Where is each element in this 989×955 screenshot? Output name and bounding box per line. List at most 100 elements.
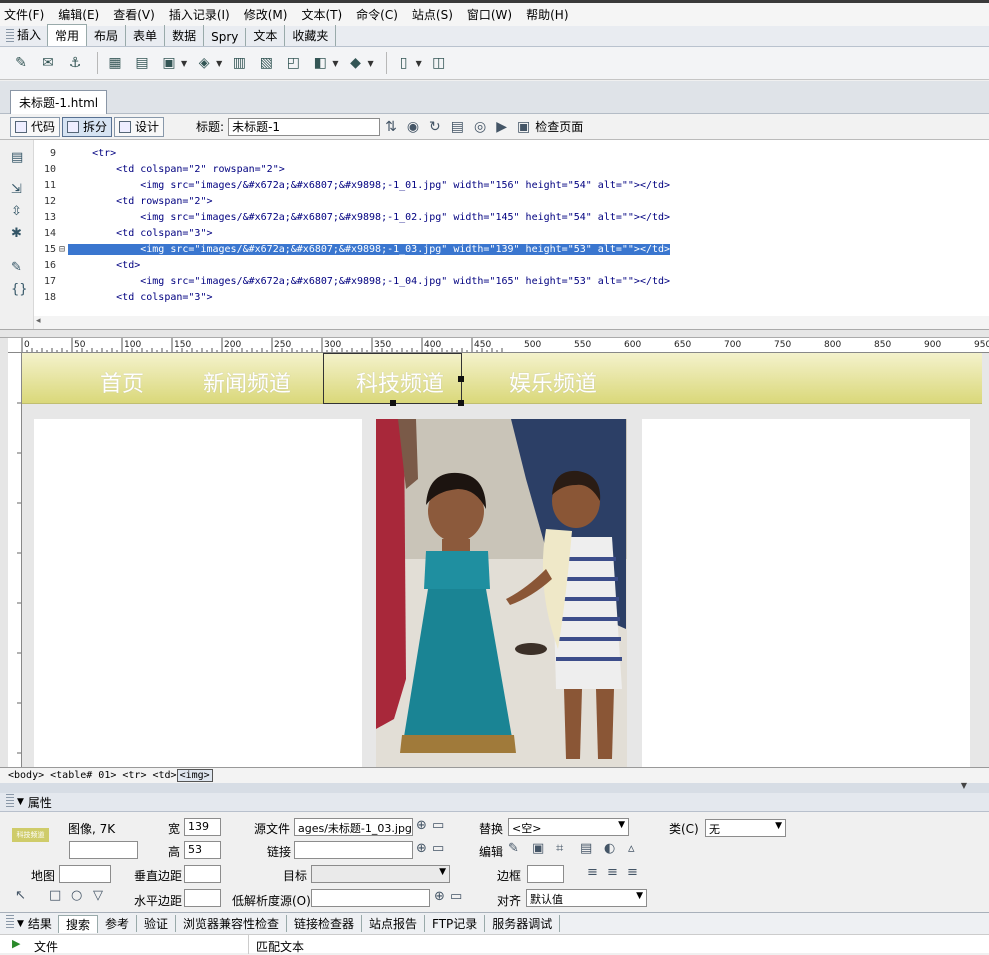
tag-path[interactable]: <body> <table# 01> <tr> <td>: [8, 770, 177, 781]
chevron-down-icon[interactable]: ▼: [216, 59, 222, 68]
chevron-down-icon[interactable]: ▼: [416, 59, 422, 68]
date-icon[interactable]: ▥: [228, 52, 250, 74]
border-field[interactable]: [527, 865, 564, 883]
validate-icon[interactable]: ▶: [496, 119, 507, 135]
view-options-icon[interactable]: ▤: [451, 119, 464, 135]
src-field[interactable]: ages/未标题-1_03.jpg: [294, 818, 413, 836]
menu-help[interactable]: 帮助(H): [526, 6, 568, 23]
align-left-icon[interactable]: ≡: [587, 865, 598, 880]
link-field[interactable]: [294, 841, 413, 859]
height-field[interactable]: 53: [184, 841, 221, 859]
visual-aids-icon[interactable]: ◎: [474, 119, 486, 135]
align-center-icon[interactable]: ≡: [607, 865, 618, 880]
server-include-icon[interactable]: ▧: [255, 52, 277, 74]
selected-image-outline[interactable]: [323, 353, 464, 406]
chevron-down-icon[interactable]: ▼: [961, 781, 967, 790]
sharpen-icon[interactable]: ▵: [628, 841, 635, 856]
chevron-down-icon[interactable]: ▼: [367, 59, 373, 68]
open-documents-icon[interactable]: ▤: [11, 150, 23, 165]
insert-panel-label[interactable]: 插入: [17, 26, 41, 46]
browse-folder-icon[interactable]: ▭: [450, 889, 462, 904]
menu-commands[interactable]: 命令(C): [356, 6, 398, 23]
brightness-contrast-icon[interactable]: ◐: [604, 841, 615, 856]
tab-favorites[interactable]: 收藏夹: [285, 25, 337, 46]
align-right-icon[interactable]: ≡: [627, 865, 638, 880]
email-link-icon[interactable]: ✉: [37, 52, 59, 74]
browse-folder-icon[interactable]: ▭: [432, 818, 444, 833]
head-icon[interactable]: ◧: [309, 52, 331, 74]
select-parent-tag-icon[interactable]: ✎: [11, 260, 22, 275]
title-input[interactable]: [228, 117, 381, 136]
class-select[interactable]: 无 ▼: [705, 819, 786, 837]
code-view[interactable]: ▤ ⇲ ⇳ ✱ ✎ {} 9 <tr> 10 <td colspan="2" r…: [0, 140, 989, 330]
rect-hotspot-icon[interactable]: □: [49, 888, 61, 903]
tab-text[interactable]: 文本: [246, 25, 286, 46]
chevron-down-icon[interactable]: ▼: [332, 59, 338, 68]
check-page-button[interactable]: 检查页面: [535, 118, 583, 135]
resample-icon[interactable]: ▤: [580, 841, 592, 856]
div-icon[interactable]: ▤: [131, 52, 153, 74]
properties-panel-header[interactable]: ▼ 属性: [0, 793, 989, 812]
menu-insert[interactable]: 插入记录(I): [169, 6, 230, 23]
templates-icon[interactable]: ▯: [393, 52, 415, 74]
polygon-hotspot-icon[interactable]: ▽: [93, 888, 103, 903]
nav-item-news[interactable]: 新闻频道: [203, 366, 291, 398]
refresh-icon[interactable]: ↻: [429, 119, 441, 135]
panel-grip-icon[interactable]: [6, 793, 14, 808]
collapse-selection-icon[interactable]: ⇳: [11, 204, 22, 219]
pointer-hotspot-icon[interactable]: ↖: [15, 888, 26, 903]
tab-data[interactable]: 数据: [165, 25, 205, 46]
panel-grip-icon[interactable]: [6, 915, 14, 929]
table-icon[interactable]: ▦: [104, 52, 126, 74]
balance-braces-icon[interactable]: {}: [11, 282, 28, 297]
resize-handle[interactable]: [458, 376, 464, 382]
comment-icon[interactable]: ◰: [282, 52, 304, 74]
hspace-field[interactable]: [184, 889, 221, 907]
collapse-icon[interactable]: ⊟: [56, 242, 68, 258]
browse-folder-icon[interactable]: ▭: [432, 841, 444, 856]
point-to-file-icon[interactable]: ⊕: [434, 889, 445, 904]
crop-icon[interactable]: ⌗: [556, 841, 563, 856]
split-divider[interactable]: [0, 330, 989, 338]
menu-file[interactable]: 文件(F): [4, 6, 44, 23]
tab-server-debug[interactable]: 服务器调试: [485, 915, 561, 932]
alt-select[interactable]: <空> ▼: [508, 818, 629, 836]
tab-search[interactable]: 搜索: [57, 914, 98, 933]
chevron-down-icon[interactable]: ▼: [181, 59, 187, 68]
align-select[interactable]: 默认值 ▼: [526, 889, 647, 907]
panel-grip-icon[interactable]: [6, 29, 14, 43]
tab-reference[interactable]: 参考: [98, 915, 137, 932]
script-icon[interactable]: ◆: [344, 52, 366, 74]
menu-modify[interactable]: 修改(M): [244, 6, 288, 23]
menu-window[interactable]: 窗口(W): [467, 6, 512, 23]
lowsrc-field[interactable]: [311, 889, 430, 907]
menu-site[interactable]: 站点(S): [412, 6, 453, 23]
expand-arrow-icon[interactable]: ▼: [17, 919, 24, 929]
expand-arrow-icon[interactable]: ▼: [17, 797, 24, 807]
file-management-icon[interactable]: ⇅: [385, 119, 397, 135]
tab-site-reports[interactable]: 站点报告: [362, 915, 426, 932]
tag-chooser-icon[interactable]: ◫: [428, 52, 450, 74]
document-tab[interactable]: 未标题-1.html: [10, 90, 108, 114]
edit-pencil-icon[interactable]: ✎: [508, 841, 519, 856]
media-icon[interactable]: ◈: [193, 52, 215, 74]
menu-text[interactable]: 文本(T): [301, 6, 342, 23]
tab-layout[interactable]: 布局: [87, 25, 127, 46]
target-select[interactable]: ▼: [311, 865, 450, 883]
image-id-field[interactable]: [69, 841, 138, 859]
optimize-icon[interactable]: ▣: [532, 841, 544, 856]
tab-browser-compat[interactable]: 浏览器兼容性检查: [176, 915, 287, 932]
collapse-tag-icon[interactable]: ⇲: [11, 182, 22, 197]
tab-ftp-log[interactable]: FTP记录: [425, 915, 486, 932]
tab-validation[interactable]: 验证: [137, 915, 176, 932]
tag-current[interactable]: <img>: [176, 769, 213, 782]
circle-hotspot-icon[interactable]: ○: [71, 888, 82, 903]
results-title[interactable]: 结果: [28, 915, 52, 932]
point-to-file-icon[interactable]: ⊕: [416, 818, 427, 833]
code-view-button[interactable]: 代码: [10, 116, 61, 137]
column-match-text[interactable]: 匹配文本: [256, 938, 304, 955]
expand-all-icon[interactable]: ✱: [11, 226, 22, 241]
image-icon[interactable]: ▣: [158, 52, 180, 74]
point-to-file-icon[interactable]: ⊕: [416, 841, 427, 856]
hyperlink-icon[interactable]: ✎: [10, 52, 32, 74]
